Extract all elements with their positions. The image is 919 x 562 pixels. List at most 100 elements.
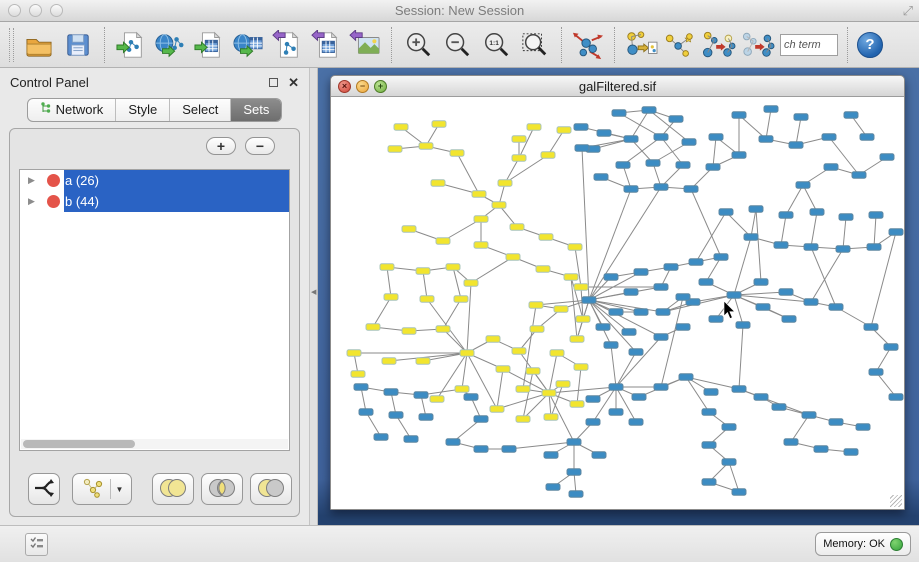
set-intersection-button[interactable] [201,473,243,505]
list-item-set-b[interactable]: ▶ b (44) [20,191,289,212]
task-history-button[interactable] [25,533,48,556]
horizontal-scrollbar[interactable] [21,439,288,449]
expander-icon[interactable]: ▶ [28,196,38,207]
graph-node-blue [880,154,894,160]
frame-close-button[interactable]: × [338,80,351,93]
frame-minimize-button[interactable]: − [356,80,369,93]
control-panel-tabs: Network Style Select Sets [27,98,283,122]
tab-select[interactable]: Select [169,99,230,121]
network-canvas[interactable] [331,97,904,509]
graph-node-yellow [486,336,500,342]
toolbar-gripper[interactable] [9,28,14,62]
network-window-titlebar[interactable]: × − + galFiltered.sif [331,76,904,97]
collapse-arrow-icon[interactable]: ◀ [311,288,316,296]
import-network-file-icon [116,30,146,60]
graph-node-blue [609,384,623,390]
graph-node-blue [676,294,690,300]
graph-node-blue [867,244,881,250]
graph-node-blue [869,212,883,218]
frame-maximize-button[interactable]: + [374,80,387,93]
float-panel-icon[interactable] [269,78,278,87]
network-graph [331,97,904,509]
graph-node-blue [384,389,398,395]
add-set-button[interactable]: + [206,137,236,155]
graph-node-yellow [568,244,582,250]
tab-sets[interactable]: Sets [230,99,281,121]
apply-layout-button[interactable] [571,27,605,63]
selected-edges-icon [741,29,775,61]
scrollbar-thumb[interactable] [23,440,135,448]
difference-venn-icon [254,475,288,504]
graph-node-yellow [474,242,488,248]
export-image-icon [349,30,381,60]
list-item-set-a[interactable]: ▶ a (26) [20,170,289,191]
save-session-button[interactable] [61,27,95,63]
sets-panel: + − ▶ a (26) ▶ b (44) [9,128,300,517]
open-file-button[interactable] [22,27,56,63]
graph-node-blue [634,309,648,315]
import-network-url-button[interactable] [153,27,187,63]
graph-node-yellow [539,234,553,240]
graph-node-yellow [529,302,543,308]
memory-status-button[interactable]: Memory: OK [815,532,911,556]
network-window[interactable]: × − + galFiltered.sif [330,75,905,510]
graph-node-blue [446,439,460,445]
split-set-button[interactable] [28,473,60,505]
resize-grip[interactable] [890,495,902,507]
graph-node-blue [634,269,648,275]
import-table-url-button[interactable] [231,27,265,63]
export-table-button[interactable] [309,27,343,63]
graph-node-blue [722,424,736,430]
graph-node-blue [860,134,874,140]
toolbar-separator [561,27,562,63]
help-button[interactable]: ? [857,32,883,58]
zoom-window-button[interactable] [50,4,63,17]
graph-node-yellow [464,280,478,286]
graph-node-blue [592,452,606,458]
floppy-disk-icon [65,32,91,58]
graph-node-blue [784,439,798,445]
zoom-in-button[interactable] [401,27,435,63]
graph-node-yellow [554,306,568,312]
search-input[interactable] [780,34,838,56]
graph-node-blue [869,369,883,375]
import-table-file-button[interactable] [192,27,226,63]
expander-icon[interactable]: ▶ [28,175,38,186]
graph-node-blue [546,484,560,490]
remove-set-button[interactable]: − [245,137,275,155]
new-network-selection-button[interactable] [663,27,697,63]
export-network-button[interactable] [270,27,304,63]
zoom-actual-button[interactable]: 1:1 [479,27,513,63]
first-neighbors-button[interactable] [624,27,658,63]
set-difference-button[interactable] [250,473,292,505]
graph-node-blue [732,489,746,495]
graph-node-blue [814,446,828,452]
graph-node-yellow [516,416,530,422]
graph-node-blue [802,412,816,418]
selected-network-icon [663,29,697,61]
graph-node-blue [749,206,763,212]
create-set-dropdown-button[interactable]: ▼ [72,473,132,505]
graph-node-blue [567,439,581,445]
graph-node-blue [569,491,583,497]
import-network-file-button[interactable] [114,27,148,63]
tab-style[interactable]: Style [115,99,169,121]
graph-node-blue [654,334,668,340]
new-network-selected-nodes-button[interactable] [702,27,736,63]
tab-network[interactable]: Network [28,99,116,121]
main-toolbar: 1:1 [0,22,919,68]
close-window-button[interactable] [8,4,21,17]
new-network-selected-edges-button[interactable] [741,27,775,63]
chevron-down-icon[interactable]: ▼ [116,485,124,494]
graph-node-yellow [380,264,394,270]
graph-node-blue [654,184,668,190]
control-panel-title: Control Panel [10,75,269,90]
split-pane-divider[interactable]: ◀ [310,68,318,525]
zoom-fit-selected-button[interactable] [518,27,552,63]
fullscreen-icon[interactable]: ⤢ [903,3,913,19]
zoom-out-button[interactable] [440,27,474,63]
minimize-window-button[interactable] [29,4,42,17]
export-image-button[interactable] [348,27,382,63]
close-panel-icon[interactable]: ✕ [288,76,299,89]
set-union-button[interactable] [152,473,194,505]
